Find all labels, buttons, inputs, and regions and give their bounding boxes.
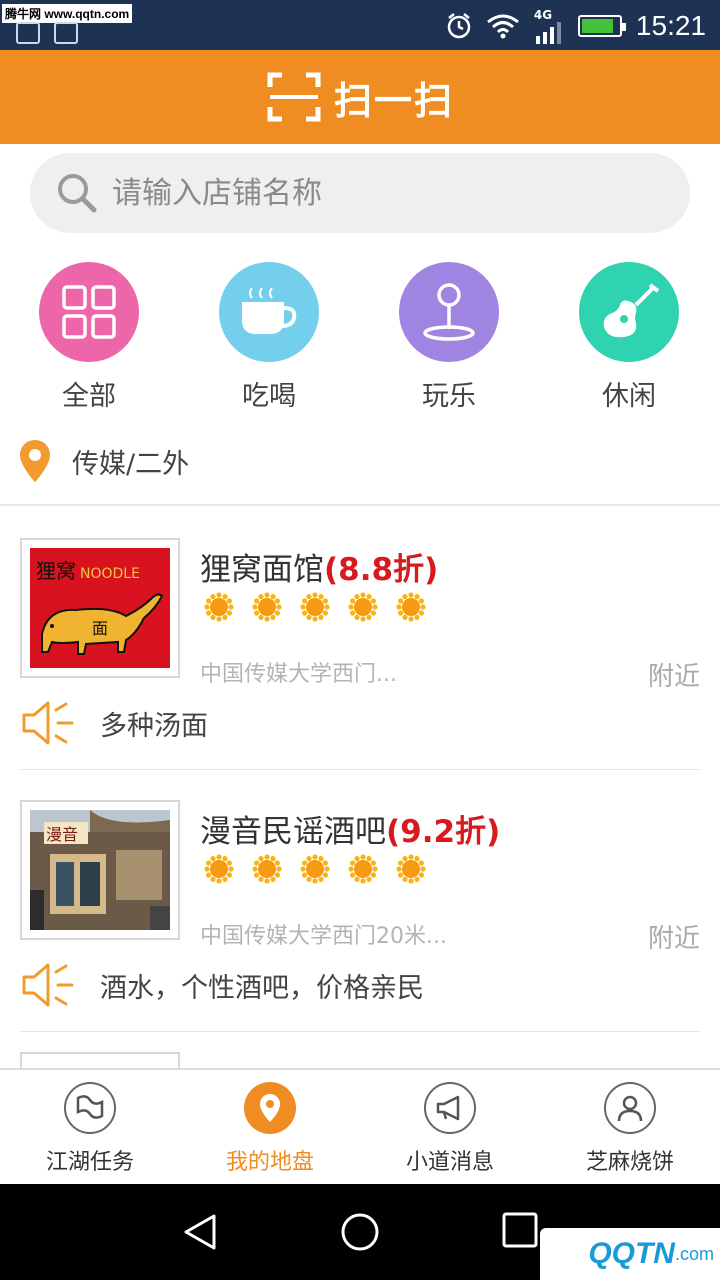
nav-label: 小道消息 — [405, 1150, 494, 1175]
shop-thumbnail — [20, 1052, 180, 1068]
sun-rating-icon — [348, 854, 378, 884]
megaphone-icon — [424, 1082, 476, 1134]
bar-storefront-photo: 漫音 — [30, 810, 170, 930]
nav-label: 我的地盘 — [225, 1150, 314, 1175]
location-selector[interactable]: 传媒/二外 — [0, 418, 720, 506]
category-label: 全部 — [62, 381, 116, 412]
svg-text:面: 面 — [92, 619, 108, 638]
home-icon[interactable] — [340, 1212, 380, 1252]
rating — [204, 592, 426, 622]
sun-rating-icon — [348, 592, 378, 622]
svg-text:狸窝: 狸窝 — [36, 559, 76, 583]
app-header: 扫一扫 — [0, 50, 720, 144]
sun-rating-icon — [300, 592, 330, 622]
category-row: 全部 吃喝 玩乐 休闲 — [0, 262, 720, 412]
shop-list-item[interactable]: 漫音 漫音民谣酒吧(9.2折) 中国传媒大学西门20米... 附近 酒水，个性酒… — [20, 770, 700, 1032]
shop-distance: 附近 — [647, 662, 700, 692]
battery-icon — [577, 15, 626, 37]
discount-label: (9.2折) — [386, 814, 501, 850]
category-label: 休闲 — [602, 381, 656, 412]
speaker-icon — [22, 701, 74, 745]
bottom-nav: 江湖任务 我的地盘 小道消息 芝麻烧饼 — [0, 1068, 720, 1184]
sun-rating-icon — [252, 854, 282, 884]
joystick-icon — [399, 262, 499, 362]
grid-icon — [39, 262, 139, 362]
qqtn-watermark-logo: QQTN .com — [540, 1228, 720, 1280]
svg-text:漫音: 漫音 — [46, 825, 78, 844]
shop-address: 中国传媒大学西门... — [200, 662, 397, 687]
system-nav-bar: QQTN .com — [0, 1184, 720, 1280]
location-label: 传媒/二外 — [72, 448, 190, 480]
sun-rating-icon — [252, 592, 282, 622]
shop-distance: 附近 — [647, 924, 700, 954]
status-bar: 腾牛网 www.qqtn.com 4G 15:21 — [0, 0, 720, 50]
shop-address: 中国传媒大学西门20米... — [200, 924, 447, 949]
scan-icon — [267, 72, 321, 122]
nav-tab-my-territory[interactable]: 我的地盘 — [180, 1082, 360, 1176]
promo-row: 酒水，个性酒吧，价格亲民 — [20, 960, 424, 1010]
nav-tab-profile[interactable]: 芝麻烧饼 — [540, 1082, 720, 1176]
category-all[interactable]: 全部 — [19, 262, 159, 413]
search-input[interactable] — [112, 175, 632, 211]
location-pin-icon — [244, 1082, 296, 1134]
sun-rating-icon — [204, 592, 234, 622]
promo-text: 酒水，个性酒吧，价格亲民 — [100, 972, 424, 1004]
sun-rating-icon — [204, 854, 234, 884]
category-label: 玩乐 — [422, 381, 476, 412]
nav-tab-news[interactable]: 小道消息 — [360, 1082, 540, 1176]
back-icon[interactable] — [182, 1212, 218, 1252]
recents-icon[interactable] — [502, 1212, 538, 1248]
shop-thumbnail: 狸窝 NOODLE 面 — [20, 538, 180, 678]
user-icon — [604, 1082, 656, 1134]
rating — [204, 854, 426, 884]
shop-name: 狸窝面馆(8.8折) — [200, 552, 439, 588]
network-type: 4G — [533, 8, 553, 22]
flag-icon — [64, 1082, 116, 1134]
cup-icon — [219, 262, 319, 362]
nav-tab-tasks[interactable]: 江湖任务 — [0, 1082, 180, 1176]
location-pin-icon — [20, 440, 50, 482]
search-bar[interactable] — [30, 153, 690, 233]
nav-label: 江湖任务 — [45, 1150, 134, 1175]
scan-button[interactable]: 扫一扫 — [266, 70, 454, 125]
sun-rating-icon — [300, 854, 330, 884]
category-eat-drink[interactable]: 吃喝 — [199, 262, 339, 413]
sun-rating-icon — [396, 592, 426, 622]
nav-label: 芝麻烧饼 — [585, 1150, 674, 1175]
discount-label: (8.8折) — [324, 552, 439, 588]
watermark: 腾牛网 www.qqtn.com — [2, 4, 133, 23]
svg-text:NOODLE: NOODLE — [80, 566, 140, 582]
promo-row: 多种汤面 — [20, 698, 208, 748]
guitar-icon — [579, 262, 679, 362]
shop-list-item[interactable]: 狸窝 NOODLE 面 狸窝面馆(8.8折) 中国传媒大学西门... 附近 多种… — [20, 508, 700, 770]
clock: 15:21 — [635, 10, 706, 41]
shop-list-item[interactable] — [20, 1032, 700, 1068]
page-title: 扫一扫 — [333, 78, 454, 123]
checkbox-notification-icon — [54, 22, 78, 44]
category-leisure[interactable]: 休闲 — [559, 262, 699, 413]
shop-thumbnail: 漫音 — [20, 800, 180, 940]
signal-icon — [535, 22, 561, 44]
promo-text: 多种汤面 — [100, 710, 208, 742]
speaker-icon — [22, 963, 74, 1007]
cat-noodle-logo: 狸窝 NOODLE 面 — [36, 559, 164, 655]
shop-list: 狸窝 NOODLE 面 狸窝面馆(8.8折) 中国传媒大学西门... 附近 多种… — [20, 508, 700, 1068]
category-fun[interactable]: 玩乐 — [379, 262, 519, 413]
notification-icons — [16, 22, 78, 44]
search-icon — [58, 174, 97, 213]
alarm-icon — [447, 13, 471, 39]
wifi-icon — [486, 14, 519, 39]
category-label: 吃喝 — [242, 381, 296, 412]
baidu-notification-icon — [16, 22, 40, 44]
sun-rating-icon — [396, 854, 426, 884]
shop-name: 漫音民谣酒吧(9.2折) — [200, 814, 501, 850]
